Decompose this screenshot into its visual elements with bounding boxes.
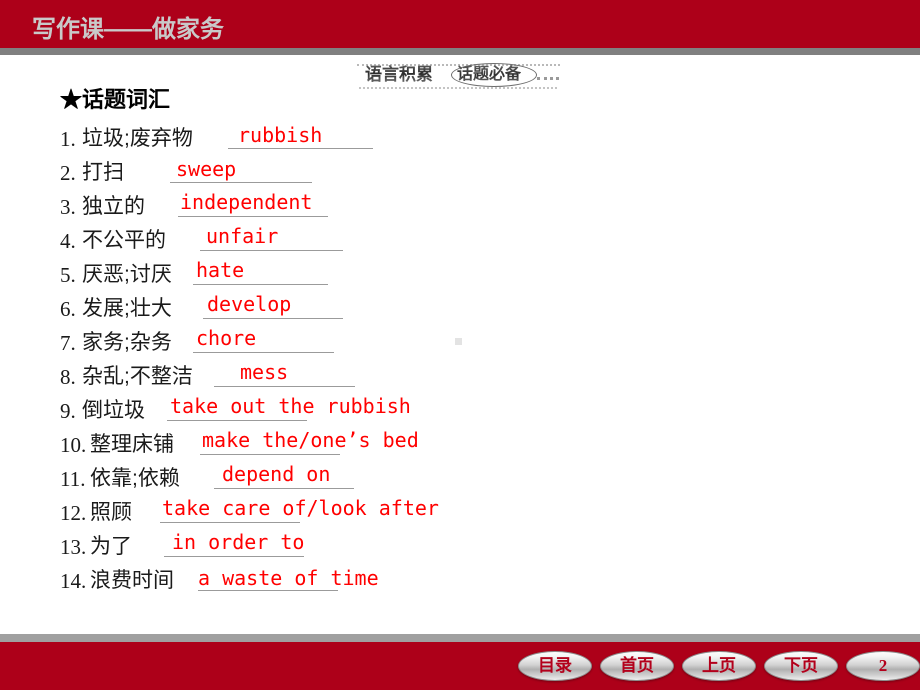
vocab-item-blank-line xyxy=(160,522,300,523)
vocab-item-answer: make the/one’s bed xyxy=(202,428,419,452)
vocab-item-blank-line xyxy=(170,182,312,183)
vocab-item-blank-line xyxy=(214,386,355,387)
topic-heading: ★话题词汇 xyxy=(60,87,171,112)
vocab-item-blank-line xyxy=(164,556,304,557)
vocab-item-answer: independent xyxy=(180,190,313,214)
vocab-item-answer: rubbish xyxy=(238,123,323,147)
vocab-item-answer: chore xyxy=(196,326,257,350)
vocab-item-blank-line xyxy=(193,352,334,353)
vocab-item-number: 9. xyxy=(60,399,76,423)
vocab-item-number: 6. xyxy=(60,297,76,321)
vocab-item-prompt: 不公平的 xyxy=(82,229,166,252)
footer-divider xyxy=(0,634,920,642)
vocab-item-number: 4. xyxy=(60,229,76,253)
vocab-item-number: 10. xyxy=(60,433,87,457)
header-divider xyxy=(0,48,920,55)
vocab-item-number: 11. xyxy=(60,467,86,491)
stray-marker xyxy=(455,338,462,345)
vocab-item-number: 12. xyxy=(60,501,87,525)
vocab-item-answer: depend on xyxy=(222,462,331,486)
vocab-item-blank-line xyxy=(228,148,373,149)
vocab-item-number: 2. xyxy=(60,161,76,185)
vocab-item-answer: develop xyxy=(207,292,292,316)
vocab-item-number: 13. xyxy=(60,535,87,559)
vocab-item-prompt: 整理床铺 xyxy=(90,433,174,456)
vocab-item-answer: take care of/look after xyxy=(162,496,439,520)
vocab-item-answer: a waste of time xyxy=(198,566,379,590)
banner-dotted-line-bottom xyxy=(359,87,557,91)
nav-button-home[interactable]: 首页 xyxy=(600,651,674,681)
vocab-item-number: 7. xyxy=(60,331,76,355)
vocab-item-answer: sweep xyxy=(176,157,237,181)
vocab-item-answer: unfair xyxy=(206,224,279,248)
vocab-item-prompt: 家务;杂务 xyxy=(82,331,172,354)
vocab-item-answer: mess xyxy=(240,360,289,384)
vocab-item-blank-line xyxy=(200,250,343,251)
banner-oval-label: 话题必备 xyxy=(457,66,522,83)
page-number-badge[interactable]: 2 xyxy=(846,651,920,681)
vocab-item-blank-line xyxy=(167,420,307,421)
vocab-item-blank-line xyxy=(214,488,354,489)
vocab-item-answer: hate xyxy=(196,258,245,282)
page-title: 写作课——做家务 xyxy=(32,16,224,43)
vocab-item-blank-line xyxy=(178,216,328,217)
vocab-item-prompt: 杂乱;不整洁 xyxy=(82,365,193,388)
vocab-item-number: 5. xyxy=(60,263,76,287)
vocab-item-prompt: 打扫 xyxy=(82,161,124,184)
vocab-item-number: 14. xyxy=(60,569,87,593)
vocab-item-blank-line xyxy=(203,318,343,319)
vocab-item-prompt: 倒垃圾 xyxy=(82,399,145,422)
banner-label: 语言积累 xyxy=(365,65,433,84)
vocab-item-prompt: 发展;壮大 xyxy=(82,297,172,320)
vocab-item-answer: in order to xyxy=(172,530,305,554)
vocab-item-prompt: 垃圾;废弃物 xyxy=(82,127,193,150)
section-banner: 语言积累 话题必备 xyxy=(357,63,560,91)
vocab-item-blank-line xyxy=(200,454,340,455)
vocab-item-prompt: 独立的 xyxy=(82,195,145,218)
vocab-item-blank-line xyxy=(193,284,328,285)
vocab-item-answer: take out the rubbish xyxy=(170,394,411,418)
nav-button-previous[interactable]: 上页 xyxy=(682,651,756,681)
nav-button-next[interactable]: 下页 xyxy=(764,651,838,681)
nav-button-catalog[interactable]: 目录 xyxy=(518,651,592,681)
vocab-item-number: 3. xyxy=(60,195,76,219)
vocab-item-prompt: 依靠;依赖 xyxy=(90,467,180,490)
vocab-item-prompt: 浪费时间 xyxy=(90,569,174,592)
vocab-item-prompt: 为了 xyxy=(90,535,132,558)
vocab-item-blank-line xyxy=(198,590,338,591)
vocab-item-number: 8. xyxy=(60,365,76,389)
vocab-item-prompt: 厌恶;讨厌 xyxy=(82,263,172,286)
vocab-item-prompt: 照顾 xyxy=(90,501,132,524)
vocab-item-number: 1. xyxy=(60,127,76,151)
banner-dots-right xyxy=(537,77,559,82)
